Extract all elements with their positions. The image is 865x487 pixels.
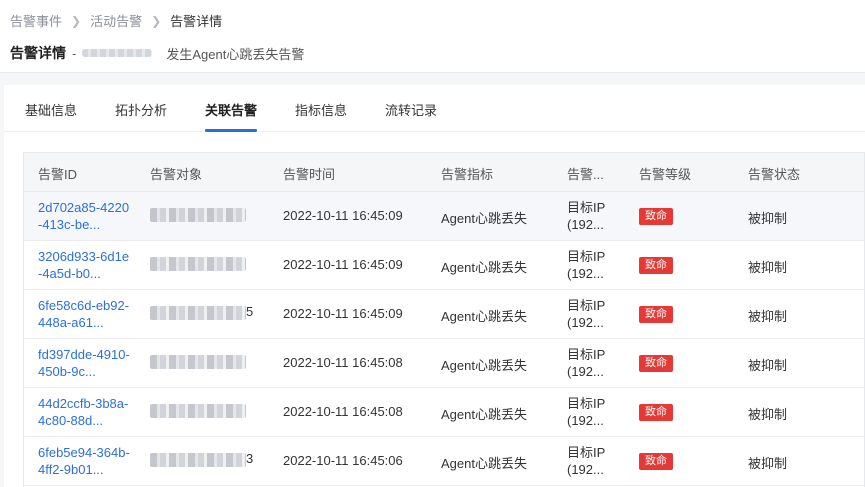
alert-id-link[interactable]: fd397dde-4910-450b-9c... [38,346,133,380]
alert-id-link[interactable]: 2d702a85-4220-413c-be... [38,199,133,233]
redacted-object [150,256,246,271]
alert-object-suffix: 3 [246,451,254,466]
redacted-ip [82,49,153,57]
alert-id-link[interactable]: 44d2ccfb-3b8a-4c80-88d... [38,395,133,429]
alert-id-link[interactable]: 6feb5e94-364b-4ff2-9b01... [38,444,133,478]
alert-time: 2022-10-11 16:45:06 [283,453,403,468]
target-line-1: 目标IP [567,200,606,215]
table-row[interactable]: fd397dde-4910-450b-9c... 2022-10-11 16:4… [24,339,864,388]
tab-topology[interactable]: 拓扑分析 [115,100,167,119]
alert-target: 目标IP (192... [567,248,605,282]
table-row[interactable]: 6feb5e94-364b-4ff2-9b01... 3 2022-10-11 … [24,437,864,486]
alert-target: 目标IP (192... [567,199,605,233]
page-header: 告警事件 ❯ 活动告警 ❯ 告警详情 告警详情 - 发生Agent心跳丢失告警 [0,0,865,73]
target-line-2: (192... [567,462,604,477]
alert-status: 被抑制 [748,456,788,471]
table-row[interactable]: 6fe58c6d-eb92-448a-a61... 5 2022-10-11 1… [24,290,864,339]
main-content: 基础信息 拓扑分析 关联告警 指标信息 流转记录 告警ID 告警对象 告警时间 … [4,85,865,487]
alert-metric: Agent心跳丢失 [441,358,527,373]
table-row[interactable]: 3206d933-6d1e-4a5d-b0... 2022-10-11 16:4… [24,241,864,290]
alert-time: 2022-10-11 16:45:08 [283,404,403,419]
alert-target: 目标IP (192... [567,444,605,478]
tab-bar: 基础信息 拓扑分析 关联告警 指标信息 流转记录 [4,85,865,132]
redacted-object [150,354,246,369]
level-badge: 致命 [639,404,673,421]
table-row[interactable]: 2d702a85-4220-413c-be... 2022-10-11 16:4… [24,192,864,241]
target-line-2: (192... [567,266,604,281]
level-badge: 致命 [639,355,673,372]
column-header-object[interactable]: 告警对象 [150,164,202,183]
page-title: 告警详情 [10,45,66,61]
column-header-time[interactable]: 告警时间 [283,164,335,183]
title-dash: - [72,45,77,61]
table-header: 告警ID 告警对象 告警时间 告警指标 告警... 告警等级 告警状态 [24,153,864,192]
column-header-target[interactable]: 告警... [567,164,604,183]
target-line-1: 目标IP [567,298,606,313]
alert-metric: Agent心跳丢失 [441,407,527,422]
column-header-status[interactable]: 告警状态 [748,164,800,183]
tab-basic-info[interactable]: 基础信息 [25,100,77,119]
target-line-2: (192... [567,217,604,232]
redacted-object [150,452,246,467]
alert-object: 3 [150,451,253,467]
alert-time: 2022-10-11 16:45:09 [283,306,403,321]
redacted-object [150,207,246,222]
breadcrumb: 告警事件 ❯ 活动告警 ❯ 告警详情 [10,11,222,30]
target-line-1: 目标IP [567,396,606,411]
level-badge: 致命 [639,306,673,323]
tab-metrics[interactable]: 指标信息 [295,100,347,119]
breadcrumb-alert-events[interactable]: 告警事件 [10,11,62,30]
alert-metric: Agent心跳丢失 [441,260,527,275]
active-tab-indicator [205,129,257,132]
alert-time: 2022-10-11 16:45:09 [283,208,403,223]
breadcrumb-alert-detail: 告警详情 [170,14,223,29]
tab-related-alerts[interactable]: 关联告警 [205,100,257,119]
redacted-object [150,403,246,418]
alert-status: 被抑制 [748,309,788,324]
alert-object-suffix: 5 [246,304,254,319]
target-line-1: 目标IP [567,347,606,362]
target-line-2: (192... [567,413,604,428]
level-badge: 致命 [639,257,673,274]
alert-metric: Agent心跳丢失 [441,309,527,324]
target-line-2: (192... [567,364,604,379]
alert-object [150,206,246,222]
target-line-1: 目标IP [567,249,606,264]
alert-status: 被抑制 [748,260,788,275]
title-row: 告警详情 - 发生Agent心跳丢失告警 [10,43,304,63]
alert-target: 目标IP (192... [567,297,605,331]
table-row[interactable]: 44d2ccfb-3b8a-4c80-88d... 2022-10-11 16:… [24,388,864,437]
level-badge: 致命 [639,453,673,470]
tab-flow-records[interactable]: 流转记录 [385,100,437,119]
alert-time: 2022-10-11 16:45:08 [283,355,403,370]
alert-status: 被抑制 [748,211,788,226]
column-header-level[interactable]: 告警等级 [639,164,691,183]
alert-status: 被抑制 [748,407,788,422]
alert-time: 2022-10-11 16:45:09 [283,257,403,272]
target-line-2: (192... [567,315,604,330]
related-alerts-table: 告警ID 告警对象 告警时间 告警指标 告警... 告警等级 告警状态 2d70… [23,152,865,487]
column-header-id[interactable]: 告警ID [38,164,77,183]
alert-object [150,353,246,369]
column-header-metric[interactable]: 告警指标 [441,164,493,183]
alert-id-link[interactable]: 3206d933-6d1e-4a5d-b0... [38,248,133,282]
target-line-1: 目标IP [567,445,606,460]
alert-target: 目标IP (192... [567,395,605,429]
breadcrumb-active-alerts[interactable]: 活动告警 [90,11,142,30]
chevron-right-icon: ❯ [71,13,82,28]
redacted-object [150,305,246,320]
alert-object [150,255,246,271]
alert-description: 发生Agent心跳丢失告警 [166,46,305,62]
alert-metric: Agent心跳丢失 [441,456,527,471]
alert-object [150,402,246,418]
alert-id-link[interactable]: 6fe58c6d-eb92-448a-a61... [38,297,133,331]
chevron-right-icon: ❯ [151,13,162,28]
alert-metric: Agent心跳丢失 [441,211,527,226]
alert-target: 目标IP (192... [567,346,605,380]
level-badge: 致命 [639,208,673,225]
alert-status: 被抑制 [748,358,788,373]
alert-object: 5 [150,304,253,320]
